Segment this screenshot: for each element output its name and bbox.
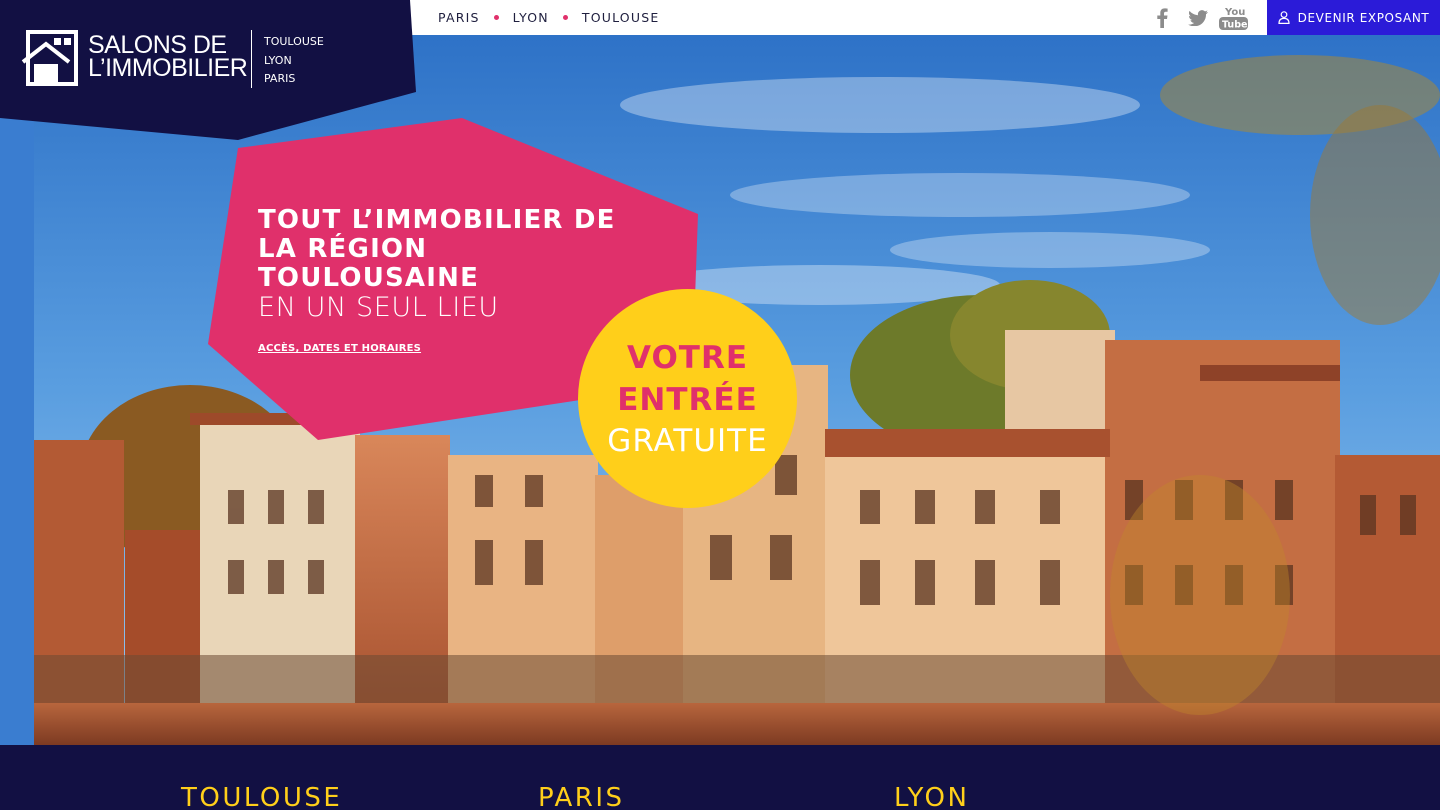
nav-separator-dot [562, 15, 568, 20]
become-exhibitor-label: DEVENIR EXPOSANT [1297, 10, 1430, 25]
logo-divider [251, 30, 252, 88]
logo-city-toulouse: TOULOUSE [264, 35, 324, 48]
logo-text: SALONS DE L’IMMOBILIER [88, 33, 248, 82]
youtube-link[interactable]: You Tube [1218, 0, 1250, 35]
headline-line-1: TOUT L’IMMOBILIER DE [258, 205, 616, 235]
city-nav: PARIS LYON TOULOUSE [430, 0, 667, 35]
youtube-icon-tube: Tube [1222, 19, 1247, 30]
headline-line-3: TOULOUSAINE [258, 263, 480, 293]
hero-headline: TOUT L’IMMOBILIER DE LA RÉGION TOULOUSAI… [258, 206, 616, 355]
headline-title: TOUT L’IMMOBILIER DE LA RÉGION TOULOUSAI… [258, 206, 616, 293]
logo-city-lyon: LYON [264, 53, 292, 67]
facebook-link[interactable] [1155, 0, 1169, 35]
become-exhibitor-button[interactable]: DEVENIR EXPOSANT [1267, 0, 1440, 35]
facebook-icon [1157, 7, 1168, 28]
band-city-lyon[interactable]: LYON [894, 783, 969, 810]
logo-line-2: L’IMMOBILIER [88, 54, 248, 82]
headline-subtitle: EN UN SEUL LIEU [258, 292, 499, 323]
access-dates-link[interactable]: ACCÈS, DATES ET HORAIRES [258, 343, 421, 354]
nav-separator-dot [493, 15, 499, 20]
badge-line-2: ENTRÉE [617, 381, 758, 418]
nav-city-paris[interactable]: PARIS [430, 10, 488, 25]
logo-city-paris: PARIS [264, 72, 296, 85]
nav-city-lyon[interactable]: LYON [505, 10, 557, 25]
nav-city-toulouse[interactable]: TOULOUSE [574, 10, 668, 25]
free-entry-badge[interactable]: VOTRE ENTRÉE GRATUITE [578, 289, 797, 508]
cities-band: TOULOUSE PARIS LYON [0, 745, 1440, 810]
badge-line-3: GRATUITE [607, 422, 768, 459]
band-city-toulouse[interactable]: TOULOUSE [181, 783, 342, 810]
twitter-icon [1188, 9, 1208, 26]
badge-line-1: VOTRE [627, 339, 748, 376]
youtube-icon: You Tube [1219, 7, 1248, 30]
headline-line-2: LA RÉGION [258, 234, 428, 264]
user-icon [1278, 11, 1290, 24]
twitter-link[interactable] [1188, 0, 1208, 35]
band-city-paris[interactable]: PARIS [538, 783, 625, 810]
logo-cities: TOULOUSE LYON PARIS [264, 33, 324, 89]
youtube-icon-you: You [1224, 7, 1245, 18]
